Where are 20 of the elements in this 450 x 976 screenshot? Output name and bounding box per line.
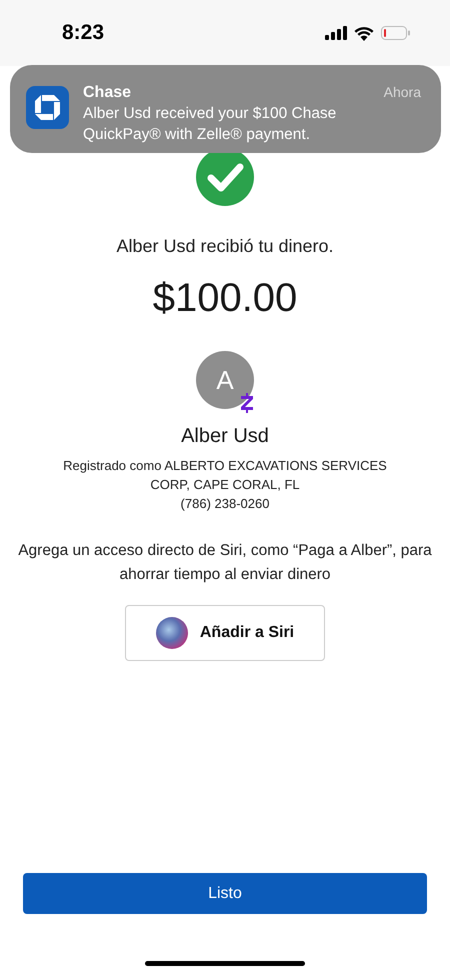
confirmation-message: Alber Usd recibió tu dinero. <box>116 235 334 258</box>
notification-app: Chase <box>83 83 132 103</box>
notification-message: Alber Usd received your $100 Chase QuickPay® with Zelle® payment. <box>83 104 338 145</box>
registration-info: Registrado como ALBERTO EXCAVATIONS SERVICES CORP, CAPE CORAL, FL <box>62 457 388 494</box>
zelle-icon <box>240 393 254 413</box>
notification-time: Ahora <box>384 83 422 102</box>
bank-logo-icon <box>26 86 69 129</box>
phone-number: (786) 238-0260 <box>180 495 270 513</box>
signal-icon <box>325 26 347 40</box>
siri-icon <box>156 617 188 649</box>
avatar: A <box>196 351 254 409</box>
done-button[interactable]: Listo <box>23 873 427 914</box>
add-to-siri-button[interactable]: Añadir a Siri <box>125 605 325 661</box>
battery-icon <box>381 26 410 40</box>
wifi-icon <box>354 26 374 40</box>
notification-banner[interactable]: Chase Ahora Alber Usd received your $100 Chase QuickPay® with Zelle® payment. <box>10 65 441 153</box>
amount: $100.00 <box>152 278 298 318</box>
status-time: 8:23 <box>62 20 104 46</box>
siri-prompt: Agrega un acceso directo de Siri, como “Paga a Alber”, para ahorrar tiempo al enviar dinero <box>17 541 433 585</box>
recipient-name: Alber Usd <box>181 424 269 449</box>
